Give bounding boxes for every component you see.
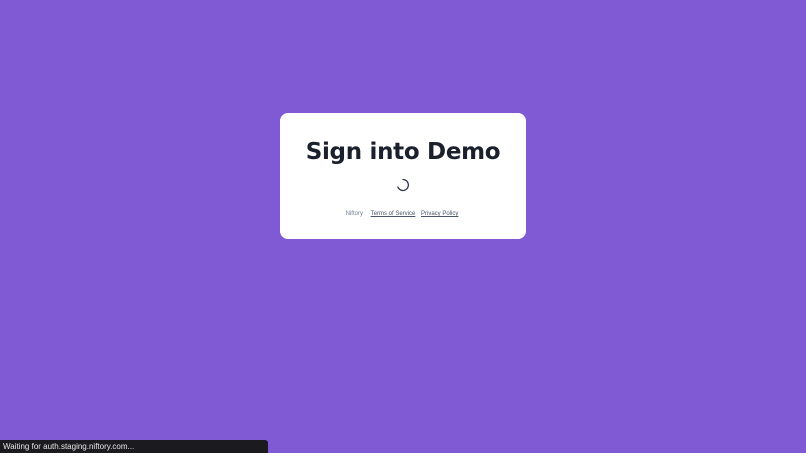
- spinner-icon: [397, 178, 410, 192]
- sign-in-card: Sign into Demo Niftory Terms of Service …: [280, 113, 526, 239]
- browser-status-bar: Waiting for auth.staging.niftory.com...: [0, 440, 268, 453]
- privacy-policy-link[interactable]: Privacy Policy: [421, 211, 458, 217]
- card-footer: Niftory Terms of Service Privacy Policy: [280, 210, 526, 218]
- terms-of-service-link[interactable]: Terms of Service: [371, 211, 416, 217]
- page-background: Sign into Demo Niftory Terms of Service …: [0, 0, 806, 453]
- footer-brand: Niftory: [345, 211, 363, 217]
- page-title: Sign into Demo: [305, 139, 501, 165]
